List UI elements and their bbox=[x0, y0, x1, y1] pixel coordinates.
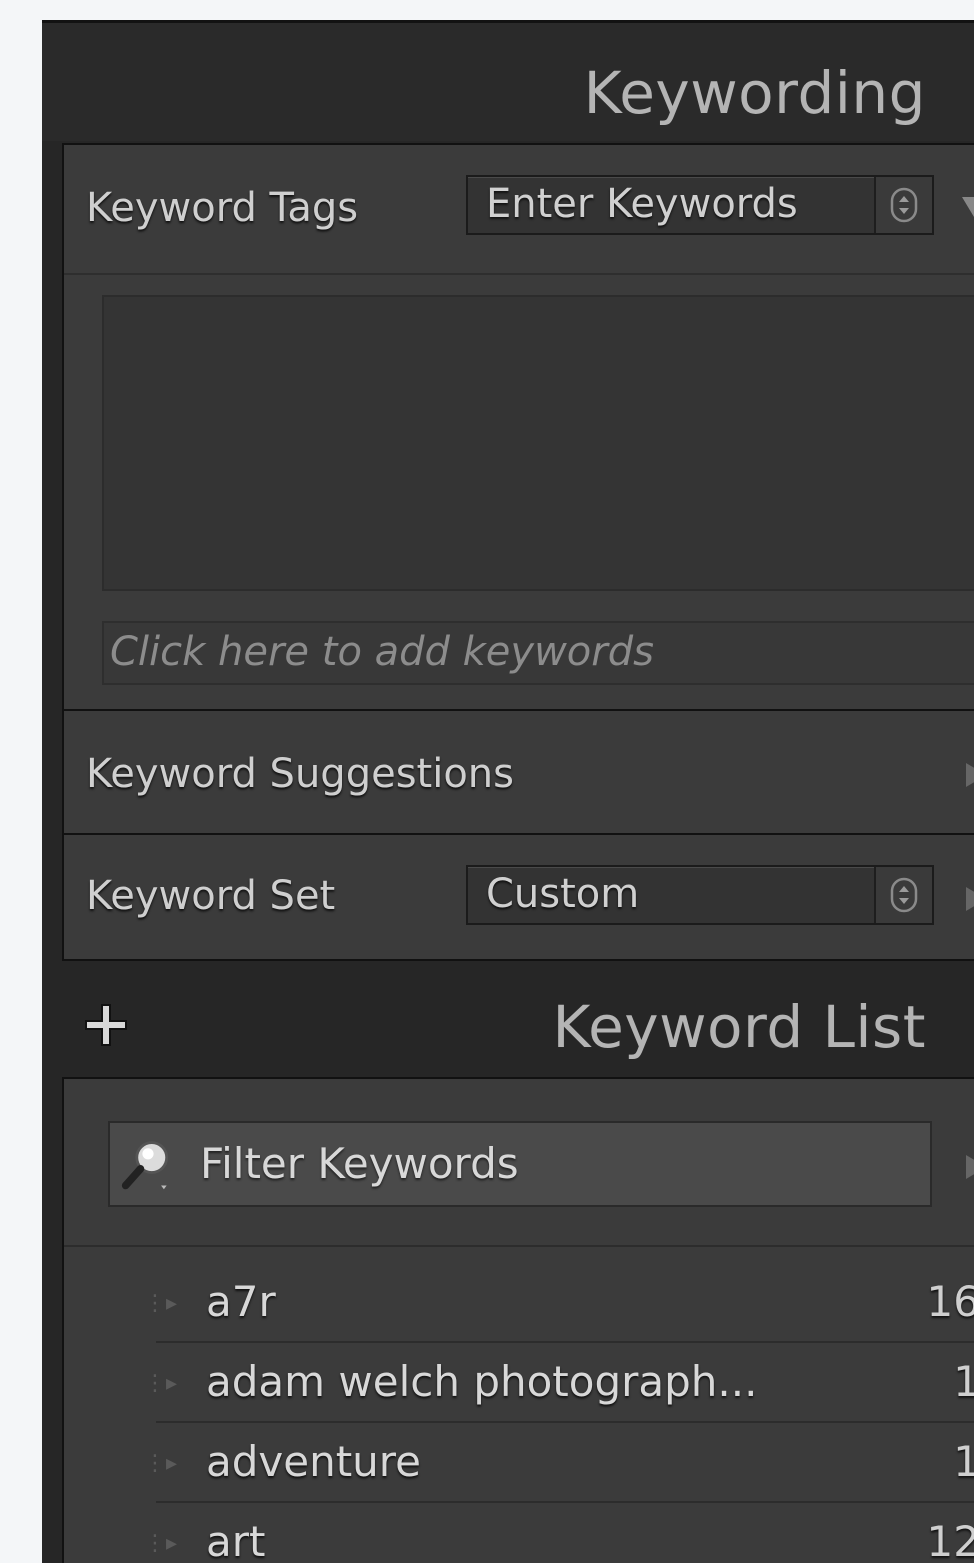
keyword-name: art bbox=[206, 1517, 266, 1563]
keyword-tags-label: Keyword Tags bbox=[86, 185, 359, 231]
keyword-set-select[interactable]: Custom bbox=[466, 865, 934, 925]
drag-handle-icon[interactable]: ⋮▸ bbox=[144, 1451, 177, 1476]
keyword-list-item[interactable]: ⋮▸ a7r 16 bbox=[64, 1263, 974, 1343]
drag-handle-icon[interactable]: ⋮▸ bbox=[144, 1291, 177, 1316]
keyword-set-section: Keyword Set Custom bbox=[62, 833, 974, 961]
keyword-list-item[interactable]: ⋮▸ art 12 bbox=[64, 1503, 974, 1563]
collapse-triangle-icon[interactable] bbox=[962, 1155, 974, 1179]
keyword-count: 16 bbox=[926, 1277, 974, 1326]
keyword-tags-textarea[interactable] bbox=[102, 295, 974, 591]
tags-divider bbox=[64, 273, 974, 275]
keyword-tags-section: Keyword Tags Enter Keywords Click here t… bbox=[62, 143, 974, 711]
keyword-entry-mode-value: Enter Keywords bbox=[486, 181, 798, 227]
keyword-entry-mode-select[interactable]: Enter Keywords bbox=[466, 175, 934, 235]
drag-handle-icon[interactable]: ⋮▸ bbox=[144, 1531, 177, 1556]
keyword-set-label: Keyword Set bbox=[86, 873, 336, 919]
search-icon bbox=[121, 1141, 169, 1190]
filter-keywords-placeholder: Filter Keywords bbox=[200, 1139, 519, 1188]
list-divider bbox=[64, 1245, 974, 1247]
keyword-list-section: Filter Keywords ⋮▸ a7r 16 ⋮▸ adam welch … bbox=[62, 1077, 974, 1563]
right-panel: Keywording Keyword Tags Enter Keywords C… bbox=[42, 20, 974, 1563]
drag-handle-icon[interactable]: ⋮▸ bbox=[144, 1371, 177, 1396]
keywording-panel-header[interactable]: Keywording bbox=[42, 23, 974, 141]
add-keywords-input[interactable]: Click here to add keywords bbox=[102, 621, 974, 685]
keyword-set-value: Custom bbox=[486, 871, 640, 917]
plus-icon[interactable] bbox=[82, 1001, 130, 1049]
keyword-list-title: Keyword List bbox=[552, 993, 926, 1061]
keyword-count: 12 bbox=[926, 1517, 974, 1563]
filter-keywords-input[interactable]: Filter Keywords bbox=[108, 1121, 932, 1207]
add-keywords-placeholder: Click here to add keywords bbox=[110, 629, 654, 675]
keywording-title: Keywording bbox=[583, 59, 926, 127]
keyword-suggestions-section[interactable]: Keyword Suggestions bbox=[62, 709, 974, 835]
keyword-suggestions-label: Keyword Suggestions bbox=[86, 751, 514, 797]
keyword-list-panel-header[interactable]: Keyword List bbox=[42, 963, 974, 1075]
keyword-count: 1 bbox=[953, 1357, 974, 1406]
expand-triangle-icon[interactable] bbox=[962, 195, 974, 219]
keyword-name: a7r bbox=[206, 1277, 276, 1326]
keyword-list-item[interactable]: ⋮▸ adam welch photograph... 1 bbox=[64, 1343, 974, 1423]
collapse-triangle-icon[interactable] bbox=[962, 887, 974, 911]
keyword-list-item[interactable]: ⋮▸ adventure 1 bbox=[64, 1423, 974, 1503]
select-stepper-icon bbox=[874, 867, 932, 923]
select-stepper-icon bbox=[874, 177, 932, 233]
keyword-count: 1 bbox=[953, 1437, 974, 1486]
keyword-name: adam welch photograph... bbox=[206, 1357, 758, 1406]
collapse-triangle-icon[interactable] bbox=[962, 763, 974, 787]
keyword-name: adventure bbox=[206, 1437, 421, 1486]
